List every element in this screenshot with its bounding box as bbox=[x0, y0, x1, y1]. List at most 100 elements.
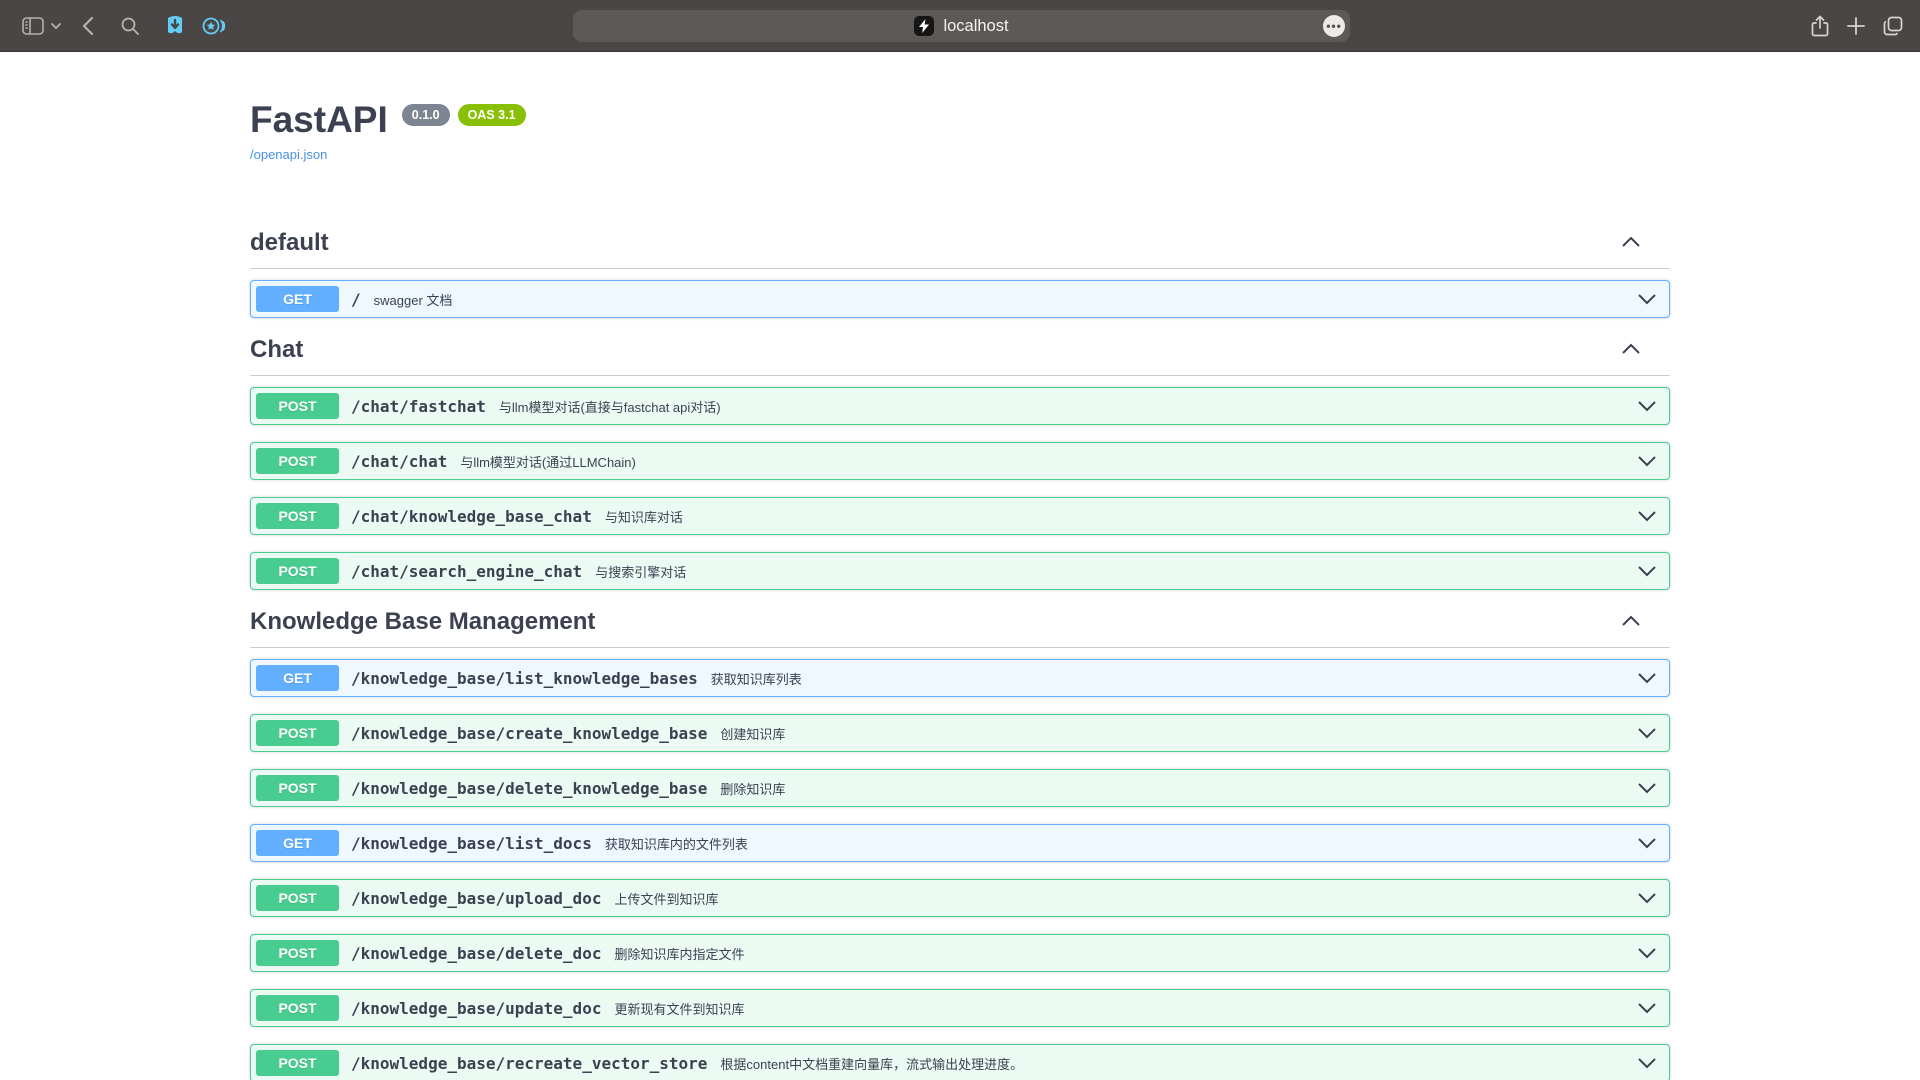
tag-section-chat: Chat POST /chat/fastchat 与llm模型对话(直接与fas… bbox=[250, 335, 1670, 590]
expand-endpoint-button[interactable] bbox=[1636, 292, 1658, 306]
http-method-badge: POST bbox=[256, 940, 339, 966]
endpoint-row[interactable]: POST /chat/chat 与llm模型对话(通过LLMChain) bbox=[250, 442, 1670, 480]
endpoint-path: /chat/chat bbox=[351, 452, 447, 471]
site-favicon bbox=[914, 16, 934, 36]
rings-extension-icon[interactable] bbox=[202, 15, 226, 37]
toolbar-right-group bbox=[1810, 0, 1904, 52]
expand-endpoint-button[interactable] bbox=[1636, 509, 1658, 523]
endpoint-path: /knowledge_base/create_knowledge_base bbox=[351, 724, 707, 743]
browser-toolbar: localhost ••• bbox=[0, 0, 1920, 52]
endpoint-summary: 获取知识库列表 bbox=[711, 669, 802, 688]
page-title: FastAPI bbox=[250, 98, 388, 142]
tab-overview-icon[interactable] bbox=[1882, 15, 1904, 37]
endpoint-path: /chat/knowledge_base_chat bbox=[351, 507, 592, 526]
tag-header[interactable]: default bbox=[250, 228, 1670, 269]
chevron-up-icon bbox=[1620, 235, 1642, 249]
chevron-down-icon bbox=[1636, 564, 1658, 578]
tag-name: default bbox=[250, 228, 329, 258]
endpoint-row[interactable]: POST /knowledge_base/update_doc 更新现有文件到知… bbox=[250, 989, 1670, 1027]
expand-endpoint-button[interactable] bbox=[1636, 1056, 1658, 1070]
http-method-badge: POST bbox=[256, 448, 339, 474]
endpoint-path: /knowledge_base/recreate_vector_store bbox=[351, 1054, 707, 1073]
download-extension-icon[interactable] bbox=[164, 15, 186, 37]
http-method-badge: POST bbox=[256, 775, 339, 801]
endpoint-row[interactable]: POST /knowledge_base/upload_doc 上传文件到知识库 bbox=[250, 879, 1670, 917]
chevron-down-icon bbox=[1636, 946, 1658, 960]
endpoint-summary: 获取知识库内的文件列表 bbox=[605, 834, 748, 853]
endpoint-path: /knowledge_base/upload_doc bbox=[351, 889, 601, 908]
tag-name: Chat bbox=[250, 335, 303, 365]
endpoint-summary: 与知识库对话 bbox=[605, 507, 683, 526]
endpoint-summary: 创建知识库 bbox=[720, 724, 785, 743]
http-method-badge: GET bbox=[256, 830, 339, 856]
http-method-badge: POST bbox=[256, 393, 339, 419]
chevron-up-icon bbox=[1620, 342, 1642, 356]
endpoint-summary: 与llm模型对话(通过LLMChain) bbox=[460, 452, 636, 471]
tag-header[interactable]: Knowledge Base Management bbox=[250, 607, 1670, 648]
endpoint-path: / bbox=[351, 290, 361, 309]
endpoint-path: /knowledge_base/delete_doc bbox=[351, 944, 601, 963]
endpoint-row[interactable]: POST /knowledge_base/create_knowledge_ba… bbox=[250, 714, 1670, 752]
collapse-section-button[interactable] bbox=[1620, 614, 1642, 631]
chevron-down-icon bbox=[1636, 399, 1658, 413]
chevron-down-icon bbox=[1636, 509, 1658, 523]
address-bar[interactable]: localhost ••• bbox=[573, 10, 1350, 42]
endpoint-summary: 根据content中文档重建向量库，流式输出处理进度。 bbox=[720, 1054, 1023, 1073]
share-icon[interactable] bbox=[1810, 14, 1830, 38]
http-method-badge: GET bbox=[256, 665, 339, 691]
tag-name: Knowledge Base Management bbox=[250, 607, 595, 637]
expand-endpoint-button[interactable] bbox=[1636, 1001, 1658, 1015]
expand-endpoint-button[interactable] bbox=[1636, 891, 1658, 905]
endpoint-row[interactable]: POST /knowledge_base/recreate_vector_sto… bbox=[250, 1044, 1670, 1080]
http-method-badge: POST bbox=[256, 1050, 339, 1076]
endpoint-row[interactable]: GET /knowledge_base/list_docs 获取知识库内的文件列… bbox=[250, 824, 1670, 862]
endpoint-summary: swagger 文档 bbox=[374, 290, 453, 309]
oas-badge: OAS 3.1 bbox=[458, 104, 526, 126]
endpoint-path: /knowledge_base/list_docs bbox=[351, 834, 592, 853]
http-method-badge: POST bbox=[256, 720, 339, 746]
url-text: localhost bbox=[943, 17, 1008, 36]
endpoint-row[interactable]: GET / swagger 文档 bbox=[250, 280, 1670, 318]
chevron-down-icon bbox=[1636, 454, 1658, 468]
collapse-section-button[interactable] bbox=[1620, 235, 1642, 252]
endpoint-row[interactable]: GET /knowledge_base/list_knowledge_bases… bbox=[250, 659, 1670, 697]
collapse-section-button[interactable] bbox=[1620, 342, 1642, 359]
expand-endpoint-button[interactable] bbox=[1636, 836, 1658, 850]
http-method-badge: POST bbox=[256, 558, 339, 584]
endpoint-summary: 上传文件到知识库 bbox=[614, 889, 718, 908]
endpoint-row[interactable]: POST /knowledge_base/delete_knowledge_ba… bbox=[250, 769, 1670, 807]
endpoint-row[interactable]: POST /chat/fastchat 与llm模型对话(直接与fastchat… bbox=[250, 387, 1670, 425]
endpoint-summary: 与搜索引擎对话 bbox=[595, 562, 686, 581]
back-button-icon[interactable] bbox=[82, 16, 94, 36]
chevron-down-icon bbox=[1636, 891, 1658, 905]
http-method-badge: POST bbox=[256, 503, 339, 529]
expand-endpoint-button[interactable] bbox=[1636, 564, 1658, 578]
expand-endpoint-button[interactable] bbox=[1636, 454, 1658, 468]
sidebar-chevron-icon[interactable] bbox=[50, 22, 62, 30]
chevron-down-icon bbox=[1636, 292, 1658, 306]
endpoint-path: /chat/search_engine_chat bbox=[351, 562, 582, 581]
expand-endpoint-button[interactable] bbox=[1636, 399, 1658, 413]
chevron-down-icon bbox=[1636, 1001, 1658, 1015]
sidebar-toggle-icon[interactable] bbox=[22, 17, 44, 35]
http-method-badge: GET bbox=[256, 286, 339, 312]
endpoint-row[interactable]: POST /chat/search_engine_chat 与搜索引擎对话 bbox=[250, 552, 1670, 590]
tag-header[interactable]: Chat bbox=[250, 335, 1670, 376]
openapi-spec-link[interactable]: /openapi.json bbox=[250, 147, 327, 162]
toolbar-left-group bbox=[22, 0, 226, 52]
chevron-down-icon bbox=[1636, 781, 1658, 795]
http-method-badge: POST bbox=[256, 885, 339, 911]
new-tab-icon[interactable] bbox=[1846, 16, 1866, 36]
endpoint-summary: 更新现有文件到知识库 bbox=[614, 999, 744, 1018]
api-info: FastAPI 0.1.0 OAS 3.1 /openapi.json bbox=[250, 52, 1670, 220]
endpoint-row[interactable]: POST /chat/knowledge_base_chat 与知识库对话 bbox=[250, 497, 1670, 535]
search-icon[interactable] bbox=[120, 16, 140, 36]
expand-endpoint-button[interactable] bbox=[1636, 781, 1658, 795]
expand-endpoint-button[interactable] bbox=[1636, 946, 1658, 960]
endpoint-row[interactable]: POST /knowledge_base/delete_doc 删除知识库内指定… bbox=[250, 934, 1670, 972]
version-badge: 0.1.0 bbox=[402, 104, 450, 126]
expand-endpoint-button[interactable] bbox=[1636, 726, 1658, 740]
expand-endpoint-button[interactable] bbox=[1636, 671, 1658, 685]
tag-section-knowledge-base: Knowledge Base Management GET /knowledge… bbox=[250, 607, 1670, 1080]
page-settings-button[interactable]: ••• bbox=[1323, 15, 1345, 37]
